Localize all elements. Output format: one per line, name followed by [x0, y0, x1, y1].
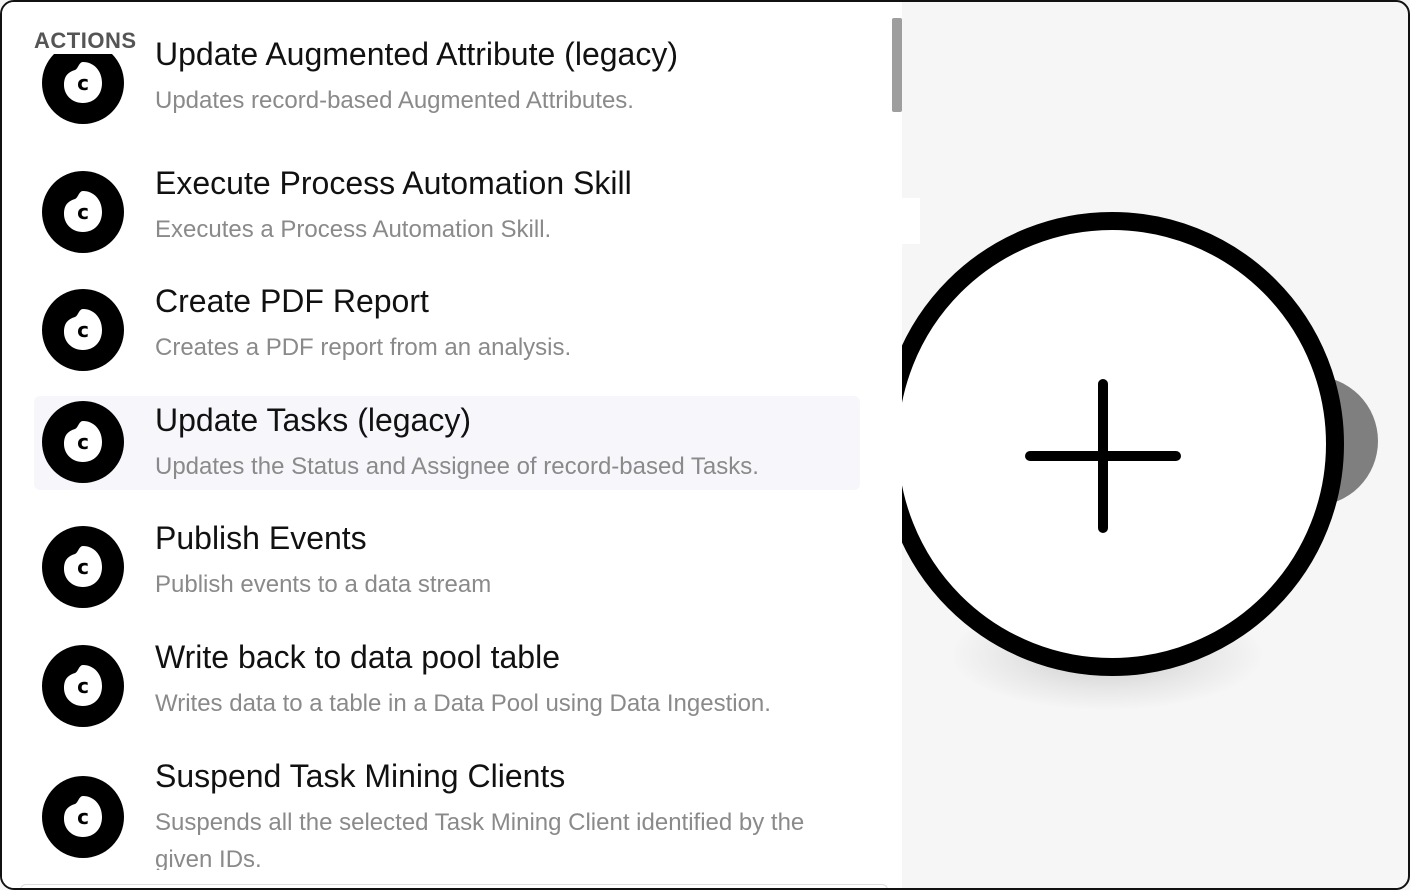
svg-text:c: c [77, 430, 89, 454]
item-description: Publish events to a data stream [155, 571, 492, 598]
list-item-publish-events[interactable]: c Publish Events Publish events to a dat… [34, 520, 860, 614]
list-item-execute-process-automation-skill[interactable]: c Execute Process Automation Skill Execu… [34, 165, 860, 259]
svg-text:c: c [77, 200, 89, 224]
item-title: Update Tasks (legacy) [155, 402, 471, 438]
svg-text:c: c [77, 318, 89, 342]
item-description: Executes a Process Automation Skill. [155, 216, 552, 243]
list-item-create-pdf-report[interactable]: c Create PDF Report Creates a PDF report… [34, 283, 860, 377]
svg-text:c: c [77, 555, 89, 579]
list-item-suspend-task-mining-clients[interactable]: c Suspend Task Mining Clients Suspends a… [34, 758, 860, 870]
item-description: Writes data to a table in a Data Pool us… [155, 690, 771, 717]
add-module-button[interactable] [880, 212, 1344, 676]
section-header-actions: ACTIONS [34, 28, 143, 54]
panel-bottom-edge [20, 884, 888, 888]
item-description: Creates a PDF report from an analysis. [155, 334, 572, 361]
list-item-update-tasks[interactable]: c Update Tasks (legacy) Updates the Stat… [34, 396, 860, 490]
celonis-logo-icon: c [42, 289, 124, 371]
item-title: Publish Events [155, 520, 367, 556]
item-title: Execute Process Automation Skill [155, 165, 632, 201]
item-title: Create PDF Report [155, 283, 429, 319]
celonis-logo-icon: c [42, 776, 124, 858]
svg-text:c: c [77, 805, 89, 829]
celonis-logo-icon: c [42, 171, 124, 253]
item-title: Suspend Task Mining Clients [155, 758, 566, 794]
actions-list[interactable]: c Update Augmented Attribute (legacy) Up… [2, 2, 882, 870]
plus-icon [1025, 379, 1181, 533]
celonis-logo-icon: c [42, 42, 124, 124]
window-frame: c Update Augmented Attribute (legacy) Up… [0, 0, 1410, 890]
item-description: Updates the Status and Assignee of recor… [155, 453, 759, 480]
item-description: Updates record-based Augmented Attribute… [155, 87, 634, 114]
list-item-write-back-to-data-pool-table[interactable]: c Write back to data pool table Writes d… [34, 639, 860, 733]
scrollbar-thumb[interactable] [892, 18, 902, 112]
celonis-logo-icon: c [42, 401, 124, 483]
svg-text:c: c [77, 71, 89, 95]
actions-panel: c Update Augmented Attribute (legacy) Up… [2, 2, 902, 888]
celonis-logo-icon: c [42, 526, 124, 608]
item-description: Suspends all the selected Task Mining Cl… [155, 809, 805, 870]
item-title: Write back to data pool table [155, 639, 560, 675]
panel-pointer [898, 198, 920, 244]
list-item-update-augmented-attribute[interactable]: c Update Augmented Attribute (legacy) Up… [34, 36, 860, 130]
celonis-logo-icon: c [42, 645, 124, 727]
item-title: Update Augmented Attribute (legacy) [155, 36, 678, 72]
svg-text:c: c [77, 674, 89, 698]
